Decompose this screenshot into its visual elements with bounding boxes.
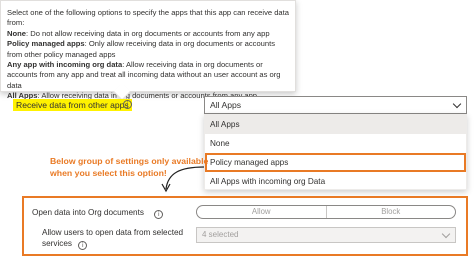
- annotation-arrow-icon: [161, 166, 205, 193]
- tooltip-item-any-app: Any app with incoming org data: Allow re…: [7, 60, 281, 90]
- receive-data-label: Receive data from other apps: [13, 99, 132, 111]
- open-data-label: Open data into Org documents i: [32, 207, 164, 219]
- chevron-down-icon: [441, 229, 451, 239]
- receive-data-dropdown[interactable]: All Apps: [204, 96, 467, 114]
- allow-users-label: Allow users to open data from selected s…: [42, 228, 184, 250]
- services-selected-value: 4 selected: [202, 230, 239, 239]
- dropdown-selected-value: All Apps: [210, 100, 242, 110]
- services-select[interactable]: 4 selected: [196, 227, 456, 243]
- option-none[interactable]: None: [205, 134, 466, 153]
- info-icon[interactable]: i: [78, 241, 88, 250]
- option-all-apps-incoming-org-data[interactable]: All Apps with incoming org Data: [205, 172, 466, 191]
- option-all-apps[interactable]: All Apps: [205, 115, 466, 134]
- dropdown-options-list: All Apps None Policy managed apps All Ap…: [204, 114, 467, 190]
- tooltip-item-policy: Policy managed apps: Only allow receivin…: [7, 39, 276, 59]
- toggle-allow[interactable]: Allow: [197, 206, 327, 218]
- tooltip-callout: Select one of the following options to s…: [0, 0, 296, 100]
- option-policy-managed-apps[interactable]: Policy managed apps: [205, 153, 466, 172]
- info-icon[interactable]: i: [154, 210, 164, 219]
- tooltip-intro: Select one of the following options to s…: [7, 8, 289, 28]
- tooltip-item-none: None: Do not allow receiving data in org…: [7, 28, 270, 38]
- chevron-down-icon: [452, 99, 462, 109]
- open-data-toggle[interactable]: Allow Block: [196, 205, 456, 219]
- info-icon[interactable]: i: [123, 100, 132, 109]
- toggle-block[interactable]: Block: [327, 206, 456, 218]
